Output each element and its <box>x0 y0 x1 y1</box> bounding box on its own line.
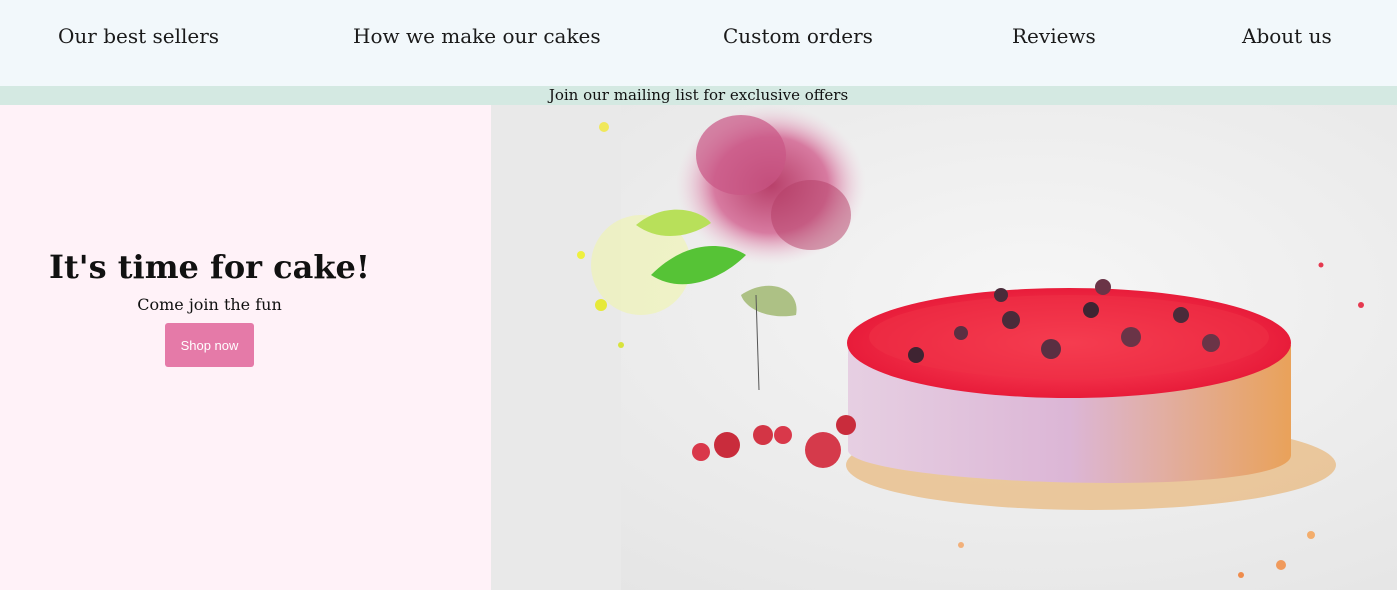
mailing-list-banner[interactable]: Join our mailing list for exclusive offe… <box>0 86 1397 105</box>
nav-item-about-us[interactable]: About us <box>1242 24 1332 48</box>
cake-illustration <box>491 105 1397 590</box>
hero-cake-image <box>491 105 1397 590</box>
nav-item-custom-orders[interactable]: Custom orders <box>723 24 873 48</box>
nav-item-how-we-make[interactable]: How we make our cakes <box>353 24 601 48</box>
main-nav: Our best sellers How we make our cakes C… <box>0 0 1397 86</box>
hero-subtitle: Come join the fun <box>137 295 282 314</box>
nav-item-best-sellers[interactable]: Our best sellers <box>58 24 219 48</box>
shop-now-button[interactable]: Shop now <box>165 323 254 367</box>
nav-item-reviews[interactable]: Reviews <box>1012 24 1096 48</box>
hero-title: It's time for cake! <box>49 248 370 286</box>
hero-text-panel: It's time for cake! Come join the fun Sh… <box>0 105 491 590</box>
